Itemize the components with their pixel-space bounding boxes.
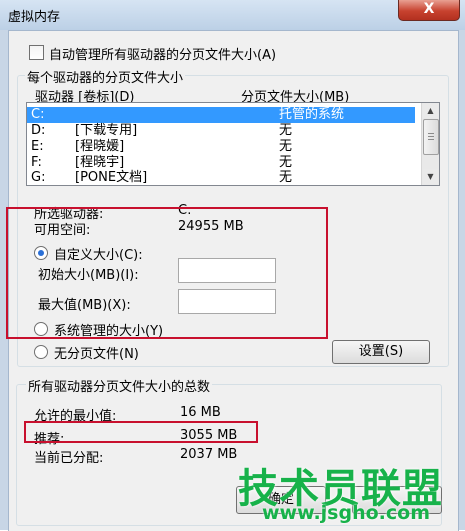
list-item[interactable]: E: [程晓媛] 无 xyxy=(27,139,415,155)
scroll-thumb[interactable] xyxy=(423,119,439,155)
list-item[interactable]: G: [PONE文档] 无 xyxy=(27,170,415,185)
set-button[interactable]: 设置(S) xyxy=(332,340,430,364)
drive-label: [程晓媛] xyxy=(75,139,125,154)
list-item[interactable]: F: [程晓宇] 无 xyxy=(27,155,415,171)
scroll-up-icon[interactable]: ▲ xyxy=(423,103,438,118)
drive-label: [PONE文档] xyxy=(75,170,148,185)
drive-label: [程晓宇] xyxy=(75,155,125,170)
drive-group-legend: 每个驱动器的分页文件大小 xyxy=(25,67,186,86)
highlight-box-custom-size xyxy=(6,207,328,339)
list-item[interactable]: C: 托管的系统 xyxy=(27,107,415,123)
auto-manage-label[interactable]: 自动管理所有驱动器的分页文件大小(A) xyxy=(49,44,276,63)
list-item[interactable]: D: [下载专用] 无 xyxy=(27,123,415,139)
drive-letter: F: xyxy=(31,155,42,170)
highlight-box-recommended xyxy=(24,421,258,443)
window-title: 虚拟内存 xyxy=(8,10,61,25)
no-paging-label[interactable]: 无分页文件(N) xyxy=(54,343,139,362)
drive-size: 无 xyxy=(279,170,293,185)
drive-letter: C: xyxy=(31,107,45,122)
total-group-legend: 所有驱动器分页文件大小的总数 xyxy=(26,376,213,395)
close-button[interactable]: X xyxy=(398,0,460,21)
current-allocated-value: 2037 MB xyxy=(180,447,238,462)
drive-letter: G: xyxy=(31,170,46,185)
close-icon: X xyxy=(423,1,435,17)
drive-size: 无 xyxy=(279,139,293,154)
watermark-url: www.jsgho.com xyxy=(262,502,430,524)
current-allocated-label: 当前已分配: xyxy=(34,451,104,466)
drive-size: 无 xyxy=(279,155,293,170)
drive-size: 无 xyxy=(279,123,293,138)
scroll-down-icon[interactable]: ▼ xyxy=(423,169,438,184)
drive-size: 托管的系统 xyxy=(279,107,345,122)
drive-letter: E: xyxy=(31,139,44,154)
no-paging-radio[interactable] xyxy=(34,345,48,359)
dialog-window: 虚拟内存 X 自动管理所有驱动器的分页文件大小(A) 每个驱动器的分页文件大小 … xyxy=(0,0,465,531)
drive-listbox[interactable]: C: 托管的系统 D: [下载专用] 无 E: [程晓媛] 无 F: [程晓宇]… xyxy=(26,102,440,186)
drive-label: [下载专用] xyxy=(75,123,138,138)
min-allowed-value: 16 MB xyxy=(180,405,221,420)
drive-letter: D: xyxy=(31,123,46,138)
listbox-scrollbar[interactable]: ▲ ▼ xyxy=(421,103,439,185)
auto-manage-checkbox[interactable] xyxy=(29,45,44,60)
title-bar[interactable]: 虚拟内存 X xyxy=(0,0,465,30)
